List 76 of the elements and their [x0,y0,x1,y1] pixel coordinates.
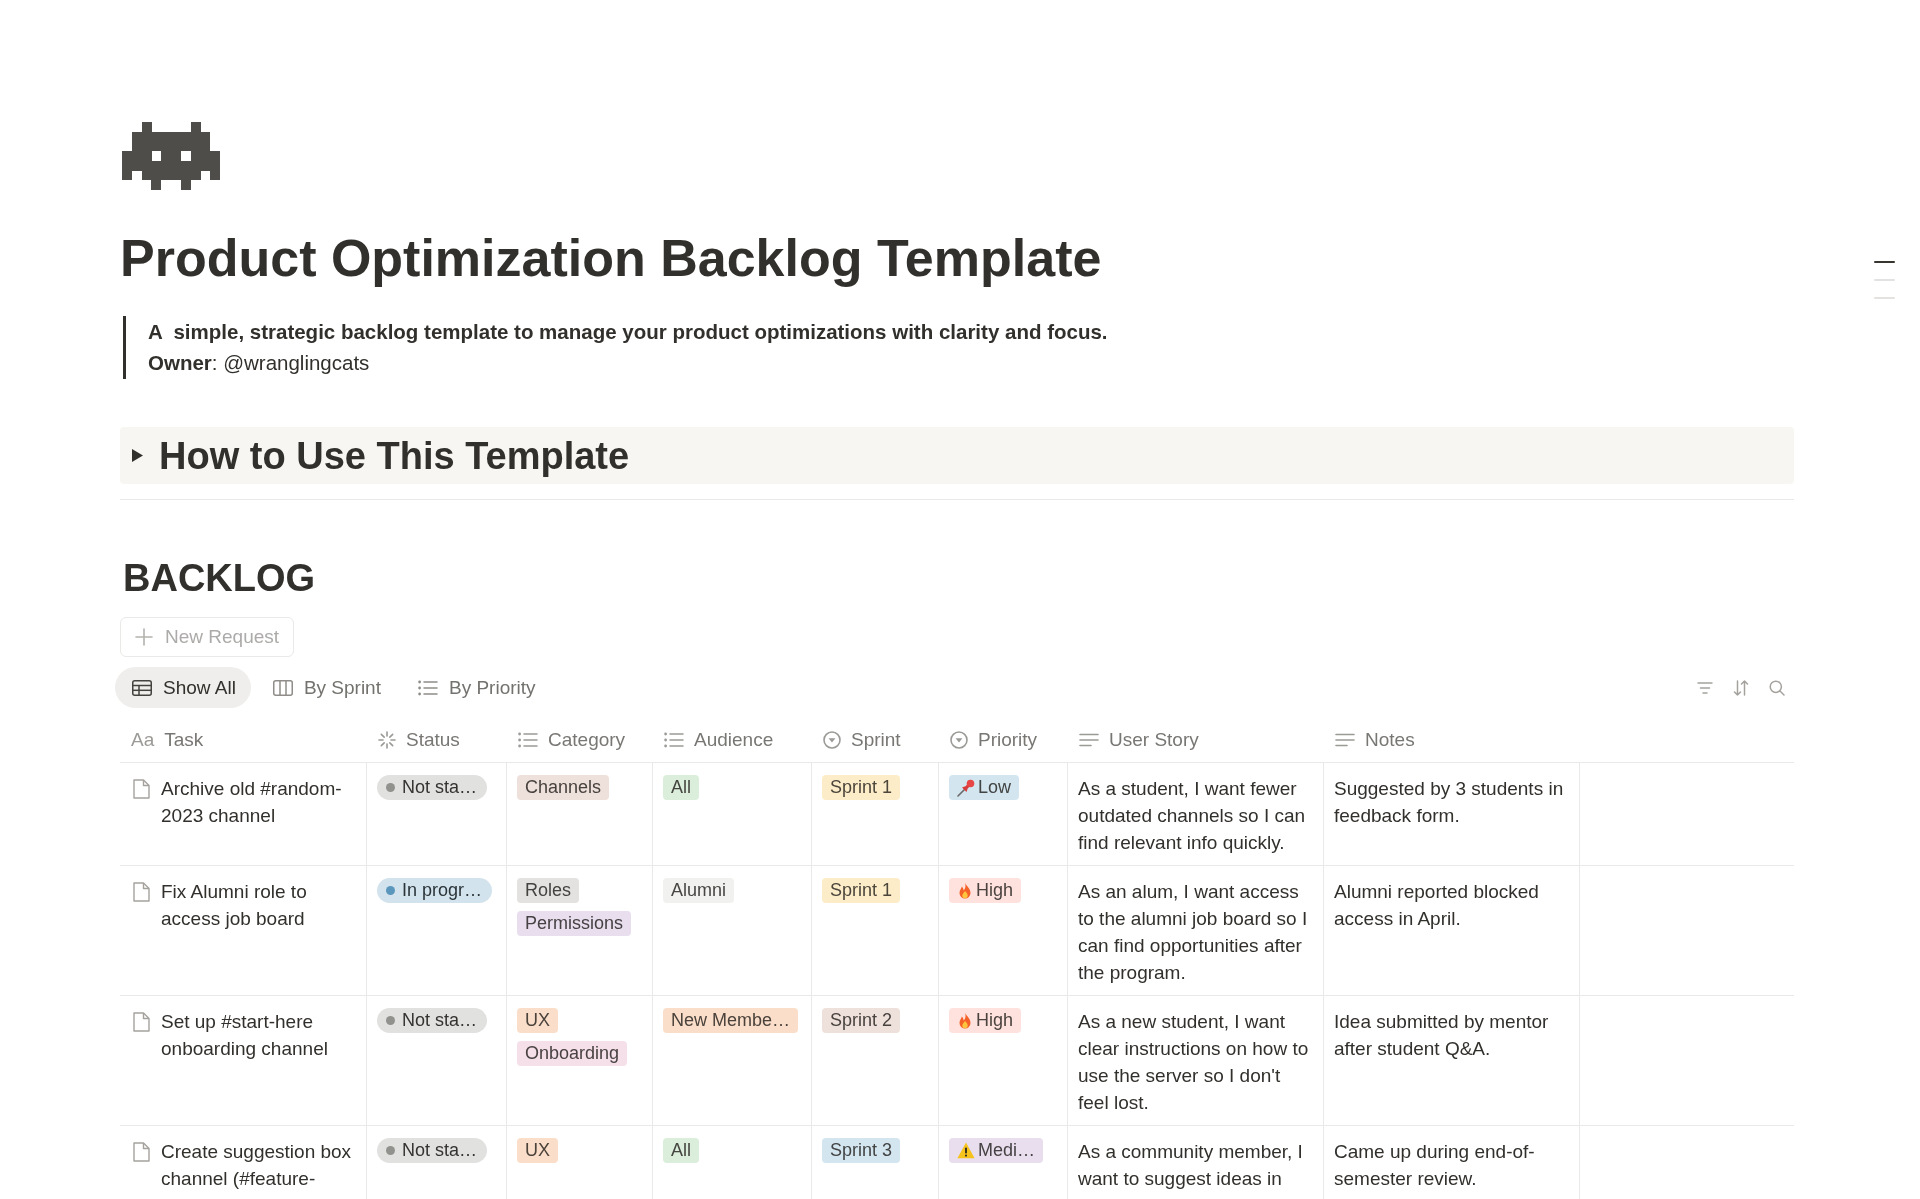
view-tab[interactable]: Show All [115,667,251,708]
notes-text: Alumni reported blocked access in April. [1334,880,1540,931]
list-icon [417,679,438,696]
user-story-text: As a new student, I want clear instructions on how to use the server so I don't feel lost. [1078,1010,1310,1115]
page-icon [133,1012,150,1032]
chevron-circle-icon [823,731,841,749]
audience-tag: Alumni [663,878,735,903]
view-tab[interactable]: By Priority [400,667,551,708]
view-tab[interactable]: By Sprint [255,667,396,708]
task-title: Set up #start-here onboarding channel [161,1010,329,1061]
column-header[interactable]: Notes [1365,728,1415,752]
list-icon [518,732,538,748]
category-tag: Permissions [517,911,632,936]
status-tag: In progr… [377,878,493,903]
priority-tag: High [949,1008,1022,1033]
pushpin-icon [957,778,975,797]
notes-text: Suggested by 3 students in feedback form. [1334,777,1565,828]
plus-icon [135,628,153,646]
task-title: Fix Alumni role to access job board [161,880,308,931]
priority-tag: Medi… [949,1138,1043,1163]
page-icon [133,882,150,902]
user-story-text: As a community member, I want to suggest ideas in [1078,1140,1304,1191]
task-title: Create suggestion box channel (#feature- [161,1140,353,1191]
page-title: Product Optimization Backlog Template [120,228,1102,289]
page-icon [133,1142,150,1162]
audience-tag: All [663,775,699,800]
category-tag: UX [517,1138,558,1163]
sprint-tag: Sprint 1 [822,878,901,903]
triangle-icon[interactable] [132,449,143,462]
user-story-text: As an alum, I want access to the alumni job board so I can find opportunities after the program. [1078,880,1309,985]
notes-text: Idea submitted by mentor after student Q&A. [1334,1010,1550,1061]
toggle-heading: How to Use This Template [159,433,630,479]
status-tag: Not sta… [377,1008,488,1033]
text-lines-icon [1079,733,1099,747]
list-icon [664,732,684,748]
sprint-tag: Sprint 3 [822,1138,901,1163]
audience-tag: All [663,1138,699,1163]
status-tag: Not sta… [377,775,488,800]
sort-icon [1733,679,1749,696]
database-title: BACKLOG [123,556,316,601]
column-header[interactable]: Priority [978,728,1038,752]
search-icon [1769,679,1785,696]
category-tag: UX [517,1008,558,1033]
sprint-tag: Sprint 2 [822,1008,901,1033]
user-story-text: As a student, I want fewer outdated channels so I can find relevant info quickly. [1078,777,1307,855]
notes-text: Came up during end-of-semester review. [1334,1140,1536,1191]
column-header[interactable]: Audience [694,728,774,752]
warning-icon [957,1142,975,1159]
status-tag: Not sta… [377,1138,488,1163]
column-header[interactable]: Category [548,728,626,752]
category-tag: Roles [517,878,580,903]
filter-icon [1697,681,1713,694]
title-type-glyph: Aa [131,728,155,752]
audience-tag: New Membe… [663,1008,799,1033]
page-icon [133,779,150,799]
priority-tag: High [949,878,1022,903]
priority-tag: Low [949,775,1020,800]
column-header[interactable]: Task [164,728,204,752]
column-header[interactable]: Status [406,728,460,752]
table-icon [132,679,152,696]
space-invader-icon [122,122,220,190]
text-lines-icon [1335,733,1355,747]
fire-icon [957,1011,973,1030]
owner-line: Owner: @wranglingcats [148,350,370,376]
sprint-tag: Sprint 1 [822,775,901,800]
column-header[interactable]: Sprint [851,728,901,752]
quote-text: A simple, strategic backlog template to manage your product optimizations with clarity and focus. [148,319,1108,345]
category-tag: Onboarding [517,1041,628,1066]
fire-icon [957,881,973,900]
dashed-circle-icon [378,731,396,749]
columns-icon [272,679,293,696]
task-title: Archive old #random-2023 channel [161,777,343,828]
outline-marker[interactable] [1874,261,1895,263]
column-header[interactable]: User Story [1109,728,1199,752]
category-tag: Channels [517,775,610,800]
chevron-circle-icon [950,731,968,749]
